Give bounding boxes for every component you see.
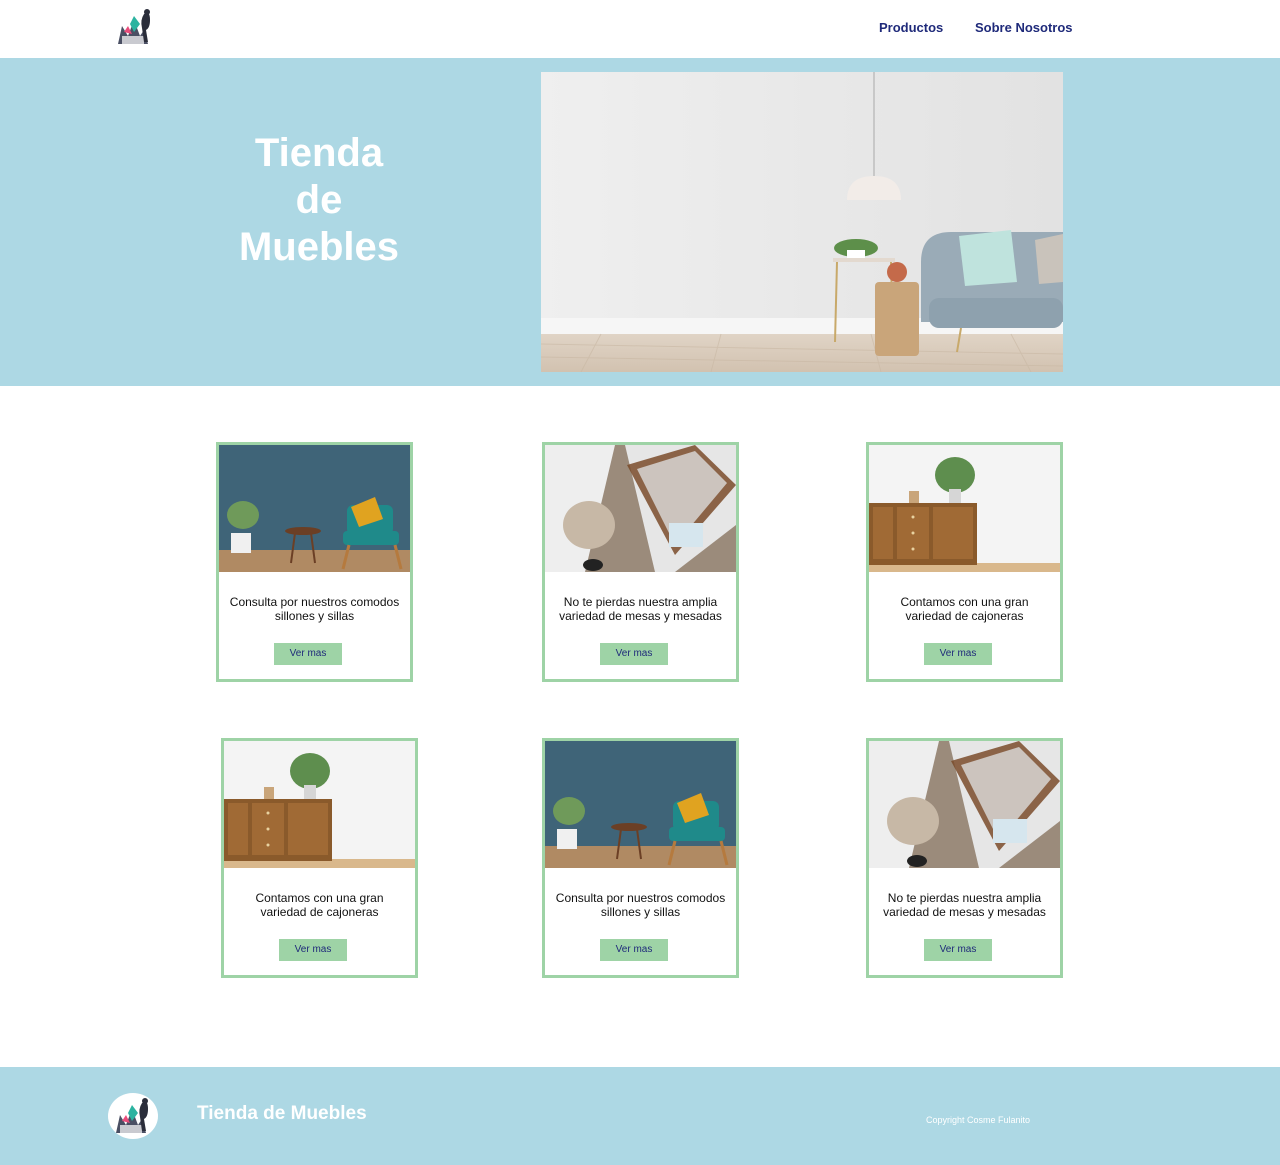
site-footer: Tienda de Muebles Copyright Cosme Fulani… [0, 1067, 1280, 1165]
armchair-image [545, 741, 736, 868]
store-logo-icon[interactable] [112, 6, 160, 50]
site-header: Productos Sobre Nosotros [0, 0, 1280, 58]
card-description: Contamos con una gran variedad de cajone… [900, 595, 1029, 623]
living-room-image [541, 72, 1063, 372]
product-card: No te pierdas nuestra amplia variedad de… [542, 442, 739, 682]
card-description: No te pierdas nuestra amplia variedad de… [883, 891, 1046, 919]
store-logo-icon[interactable] [108, 1093, 158, 1139]
product-card: Consulta por nuestros comodos sillones y… [542, 738, 739, 978]
dresser-image [224, 741, 415, 868]
card-description: Consulta por nuestros comodos sillones y… [229, 595, 400, 623]
product-card: No te pierdas nuestra amplia variedad de… [866, 738, 1063, 978]
ver-mas-button[interactable]: Ver mas [600, 939, 668, 961]
ver-mas-button[interactable]: Ver mas [279, 939, 347, 961]
card-description: No te pierdas nuestra amplia variedad de… [559, 595, 722, 623]
hero-title-line: Tienda [254, 131, 384, 175]
product-card: Contamos con una gran variedad de cajone… [221, 738, 418, 978]
dresser-image [869, 445, 1060, 572]
hero-title-line: Muebles [238, 225, 400, 269]
nav-sobre-nosotros-link[interactable]: Sobre Nosotros [975, 20, 1073, 35]
card-description: Consulta por nuestros comodos sillones y… [555, 891, 726, 919]
hero-title: Tienda de Muebles [219, 130, 419, 271]
ver-mas-button[interactable]: Ver mas [924, 939, 992, 961]
side-table-image [545, 445, 736, 572]
side-table-image [869, 741, 1060, 868]
product-card: Consulta por nuestros comodos sillones y… [216, 442, 413, 682]
product-card: Contamos con una gran variedad de cajone… [866, 442, 1063, 682]
nav-productos-link[interactable]: Productos [879, 20, 943, 35]
hero-title-line: de [295, 178, 343, 222]
ver-mas-button[interactable]: Ver mas [924, 643, 992, 665]
hero-banner: Tienda de Muebles [0, 58, 1280, 386]
armchair-image [219, 445, 410, 572]
footer-title: Tienda de Muebles [197, 1103, 367, 1124]
card-description: Contamos con una gran variedad de cajone… [255, 891, 384, 919]
ver-mas-button[interactable]: Ver mas [274, 643, 342, 665]
footer-copyright: Copyright Cosme Fulanito [926, 1115, 1031, 1125]
ver-mas-button[interactable]: Ver mas [600, 643, 668, 665]
